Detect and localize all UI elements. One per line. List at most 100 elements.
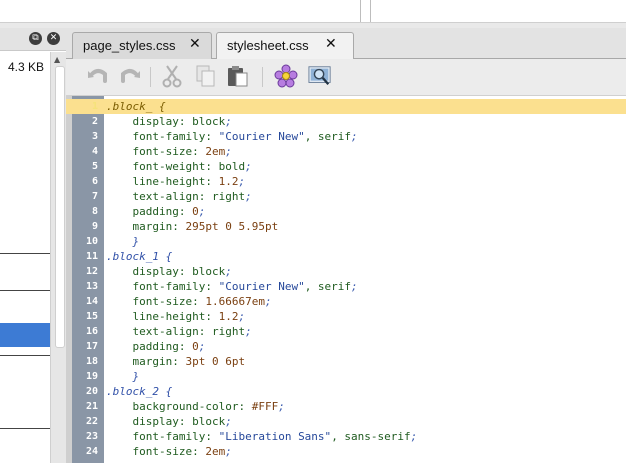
code-token: "Courier New" xyxy=(218,130,305,143)
code-token: "Liberation Sans" xyxy=(218,430,332,443)
code-token: font-family: xyxy=(106,280,219,293)
code-token: ; xyxy=(278,400,285,413)
close-tab-icon[interactable]: ✕ xyxy=(189,36,201,52)
code-token: ; xyxy=(264,295,272,308)
code-token: ; xyxy=(351,130,358,143)
panel-scrollbar[interactable]: ▲ xyxy=(50,52,67,463)
top-strip xyxy=(0,0,626,29)
close-panel-icon[interactable]: ✕ xyxy=(47,32,60,45)
code-line[interactable]: 23 font-family: "Liberation Sans", sans-… xyxy=(66,429,626,444)
code-token: ; xyxy=(238,310,246,323)
code-line[interactable]: 5 font-weight: bold; xyxy=(66,159,626,174)
tab-page-styles[interactable]: page_styles.css ✕ xyxy=(72,32,212,59)
code-line[interactable]: 1 .block_ { xyxy=(66,99,626,114)
code-token: , serif xyxy=(304,280,352,293)
file-browser-panel: ⧉ ✕ 4.3 KB ▲ xyxy=(0,28,67,463)
code-line[interactable]: 7 text-align: right; xyxy=(66,189,626,204)
code-text: display: block; xyxy=(106,414,231,429)
code-line[interactable]: 22 display: block; xyxy=(66,414,626,429)
row-divider xyxy=(0,355,50,356)
line-number: 20 xyxy=(85,386,98,397)
file-size-label: 4.3 KB xyxy=(8,60,45,74)
code-text: } xyxy=(106,234,139,249)
code-text: font-family: "Courier New", serif; xyxy=(106,129,358,144)
code-text: font-size: 2em; xyxy=(106,144,231,159)
code-line[interactable]: 10 } xyxy=(66,234,626,249)
selected-row[interactable] xyxy=(0,323,50,347)
scroll-up-icon[interactable]: ▲ xyxy=(54,55,60,64)
code-line[interactable]: 20 .block_2 { xyxy=(66,384,626,399)
code-line[interactable]: 17 padding: 0; xyxy=(66,339,626,354)
line-number: 7 xyxy=(91,191,98,202)
code-token: 1.66667em xyxy=(205,295,265,308)
code-line[interactable]: 12 display: block; xyxy=(66,264,626,279)
code-text: font-size: 2em; xyxy=(106,444,232,459)
code-line[interactable]: 3 font-family: "Courier New", serif; xyxy=(66,129,626,144)
code-line[interactable]: 19 } xyxy=(66,369,626,384)
code-line[interactable]: 24 font-size: 2em; xyxy=(66,444,626,459)
code-token: ; xyxy=(351,280,358,293)
code-text: .block_1 { xyxy=(106,249,172,264)
code-text: .block_2 { xyxy=(106,384,172,399)
code-line[interactable]: 18 margin: 3pt 0 6pt xyxy=(66,354,626,369)
code-line[interactable]: 9 margin: 295pt 0 5.95pt xyxy=(66,219,626,234)
code-token: text-align: xyxy=(106,325,212,338)
tab-bar: page_styles.css ✕ stylesheet.css ✕ xyxy=(66,28,626,60)
code-token: padding: xyxy=(106,205,193,218)
panel-header: ⧉ ✕ xyxy=(0,28,66,51)
code-token: 3pt 0 6pt xyxy=(185,355,246,368)
scrollbar-thumb[interactable] xyxy=(55,66,65,348)
code-editor[interactable]: 1 .block_ {2 display: block; 3 font-family… xyxy=(66,96,626,463)
top-divider xyxy=(360,0,361,22)
paste-icon[interactable] xyxy=(226,64,250,88)
code-token: .block_1 { xyxy=(106,250,173,263)
code-token: line-height: xyxy=(106,310,219,323)
code-token: ; xyxy=(245,190,252,203)
line-number: 15 xyxy=(85,311,98,322)
code-line[interactable]: 8 padding: 0; xyxy=(66,204,626,219)
undo-icon[interactable] xyxy=(86,64,110,88)
code-line[interactable]: 4 font-size: 2em; xyxy=(66,144,626,159)
code-line[interactable]: 11 .block_1 { xyxy=(66,249,626,264)
line-number: 21 xyxy=(85,401,98,412)
code-line[interactable]: 14 font-size: 1.66667em; xyxy=(66,294,626,309)
toolbar-separator xyxy=(150,67,151,87)
code-token: padding: xyxy=(106,340,193,353)
cut-icon[interactable] xyxy=(160,64,184,88)
toolbar-separator xyxy=(262,67,263,87)
code-token: ; xyxy=(225,445,232,458)
row-divider xyxy=(0,253,50,254)
code-line[interactable]: 6 line-height: 1.2; xyxy=(66,174,626,189)
redo-icon[interactable] xyxy=(118,64,142,88)
code-token: right xyxy=(211,190,246,203)
code-text: font-family: "Courier New", serif; xyxy=(106,279,358,294)
code-token: display: xyxy=(106,265,193,278)
line-number: 2 xyxy=(91,116,98,127)
code-line[interactable]: 21 background-color: #FFF; xyxy=(66,399,626,414)
code-token: 0 xyxy=(192,205,199,218)
code-text: line-height: 1.2; xyxy=(106,174,245,189)
flower-icon[interactable] xyxy=(274,64,298,88)
preview-icon[interactable] xyxy=(308,64,332,88)
code-token: display: xyxy=(106,415,193,428)
copy-icon[interactable] xyxy=(194,64,218,88)
code-line[interactable]: 16 text-align: right; xyxy=(66,324,626,339)
tab-stylesheet[interactable]: stylesheet.css ✕ xyxy=(216,32,354,60)
code-text: font-size: 1.66667em; xyxy=(106,294,272,309)
code-token: 1.2 xyxy=(218,175,239,188)
tab-label: stylesheet.css xyxy=(227,38,309,53)
code-token: 1.2 xyxy=(218,310,239,323)
code-text: display: block; xyxy=(106,264,231,279)
code-token: , sans-serif xyxy=(331,430,411,443)
code-line[interactable]: 15 line-height: 1.2; xyxy=(66,309,626,324)
code-line[interactable]: 13 font-family: "Courier New", serif; xyxy=(66,279,626,294)
code-token: right xyxy=(211,325,246,338)
close-tab-icon[interactable]: ✕ xyxy=(325,36,337,52)
restore-icon[interactable]: ⧉ xyxy=(29,32,42,45)
line-number: 22 xyxy=(85,416,98,427)
code-token: ; xyxy=(245,325,252,338)
code-line[interactable]: 2 display: block; xyxy=(66,114,626,129)
code-text: padding: 0; xyxy=(106,204,205,219)
line-number: 4 xyxy=(91,146,98,157)
code-token: ; xyxy=(238,175,246,188)
